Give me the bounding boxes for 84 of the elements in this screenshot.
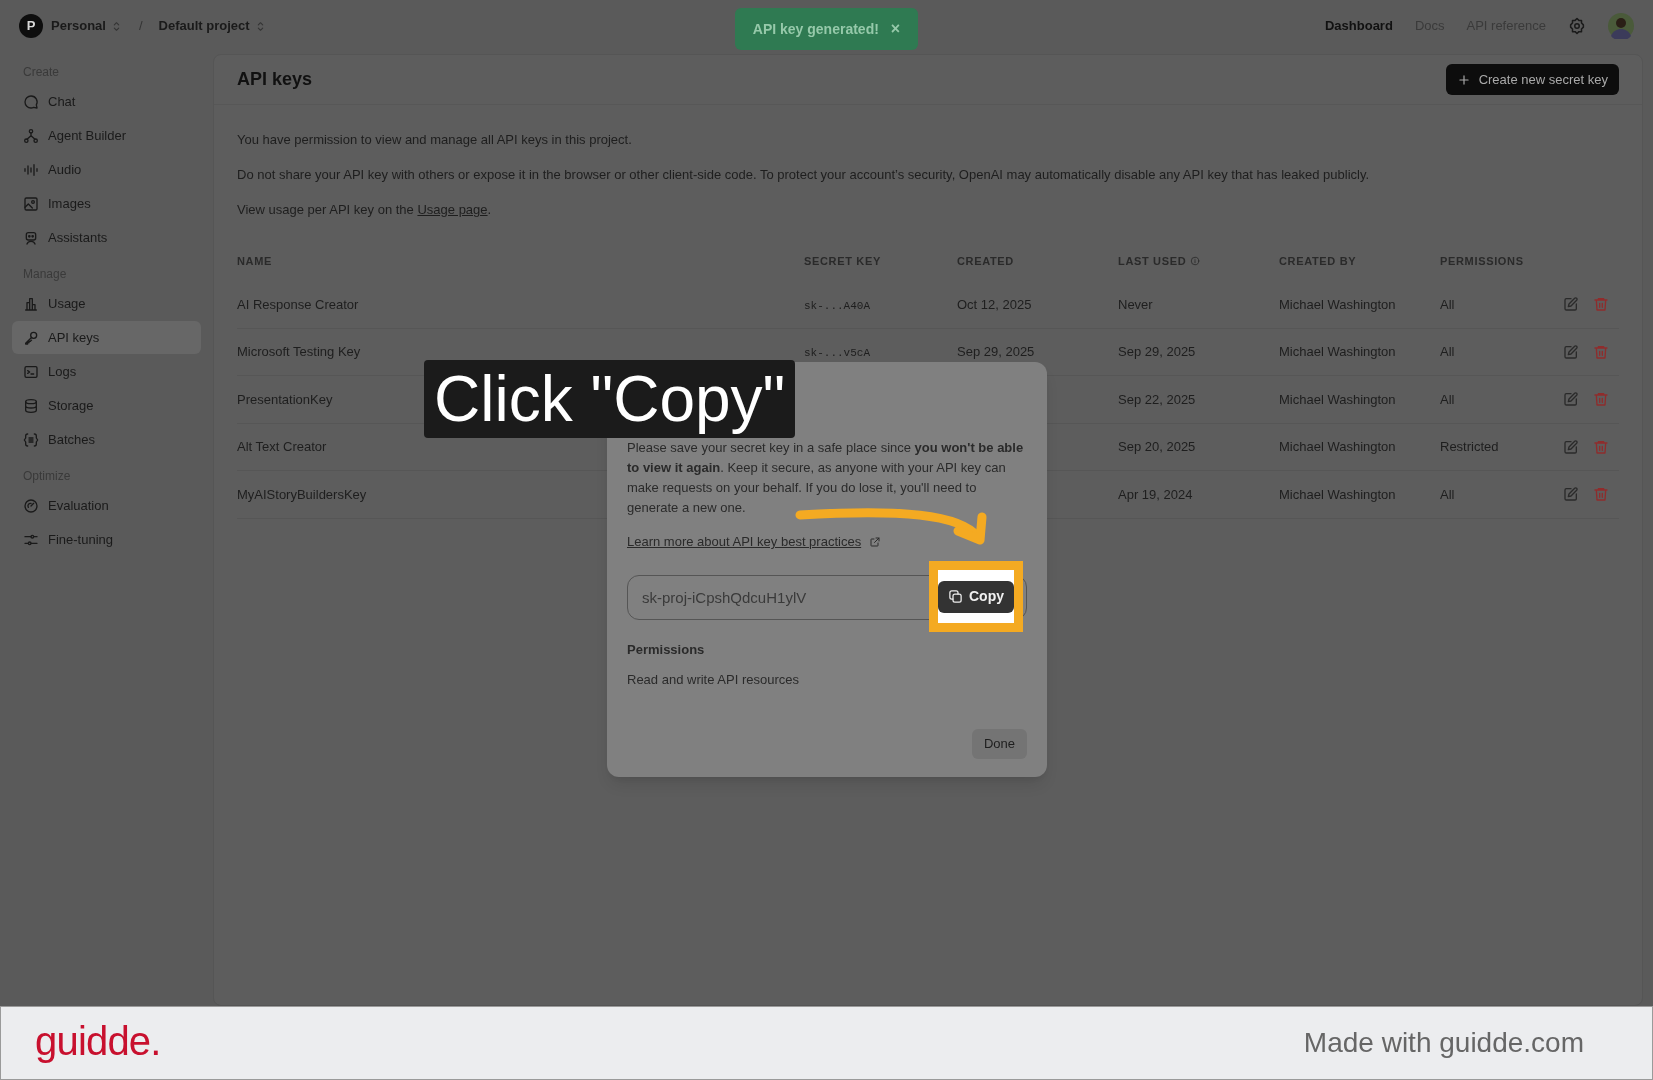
usage-link[interactable]: Usage page — [417, 202, 488, 217]
table-cell: Michael Washington — [1279, 391, 1396, 407]
sidebar-item[interactable]: Logs — [12, 355, 201, 388]
delete-icon[interactable] — [1593, 296, 1609, 313]
edit-icon[interactable] — [1563, 343, 1579, 360]
usage-text: View usage per API key on the Usage page. — [237, 201, 493, 219]
table-cell: Oct 12, 2025 — [957, 296, 1032, 312]
edit-icon[interactable] — [1563, 391, 1579, 408]
menu-item-icon — [23, 229, 39, 246]
table-cell: Sep 22, 2025 — [1118, 391, 1196, 407]
table-cell: Michael Washington — [1279, 486, 1396, 502]
done-button[interactable]: Done — [971, 729, 1027, 759]
menu-item-icon — [23, 295, 39, 312]
project-switcher[interactable]: Default project — [158, 16, 267, 36]
delete-icon[interactable] — [1593, 438, 1609, 455]
delete-icon[interactable] — [1593, 343, 1609, 360]
table-cell: Sep 29, 2025 — [1118, 344, 1196, 359]
breadcrumb-separator: / — [138, 17, 143, 36]
delete-icon[interactable] — [1593, 486, 1609, 503]
sidebar-item[interactable]: Images — [12, 187, 201, 220]
sidebar-item[interactable]: API keys — [12, 321, 201, 354]
callout-label: Click "Copy" — [424, 360, 796, 438]
page-title: API keys — [237, 68, 313, 91]
table-cell: Sep 20, 2025 — [1118, 439, 1196, 454]
menu-item-icon — [23, 363, 39, 380]
best-practices-link[interactable]: Learn more about API key best practices — [627, 532, 882, 552]
footer-tagline: Made with guidde.com — [1303, 1026, 1585, 1060]
sidebar-item[interactable]: Batches — [12, 423, 201, 456]
table-cell: MyAIStoryBuildersKey — [237, 486, 367, 502]
menu-item-icon — [23, 195, 39, 212]
permissions-text: Read and write API resources — [627, 670, 800, 689]
menu-item-icon — [23, 431, 39, 448]
edit-icon[interactable] — [1563, 486, 1579, 503]
table-cell: sk-...v5cA — [804, 347, 870, 359]
edit-icon[interactable] — [1563, 438, 1579, 455]
warning-text: Do not share your API key with others or expose it in the browser or other client-side code. To protect your account’s security, OpenAI may automatically disable any API key that has leaked publicly. — [237, 166, 1371, 184]
table-cell: Alt Text Creator — [237, 439, 327, 454]
table-cell: AI Response Creator — [237, 296, 359, 312]
user-avatar[interactable] — [1608, 13, 1634, 39]
close-button[interactable]: × — [890, 17, 901, 41]
nav-link[interactable]: Dashboard — [1324, 16, 1393, 36]
menu-item-icon — [23, 161, 39, 178]
table-cell: All — [1440, 344, 1455, 359]
copy-icon — [948, 589, 963, 604]
menu-item-icon — [23, 329, 39, 346]
create-key-button[interactable]: Create new secret key — [1445, 64, 1619, 95]
table-cell: Michael Washington — [1279, 439, 1396, 454]
sidebar-item[interactable]: Assistants — [12, 221, 201, 254]
table-cell: All — [1440, 296, 1455, 312]
sidebar-item[interactable]: Audio — [12, 153, 201, 186]
table-cell: Microsoft Testing Key — [237, 344, 361, 359]
dialog-message: Please save your secret key in a safe place since you won't be able to view it again. Keep it secure, as anyone with your API key can make requests on your behalf. If you do lose it, you'll need to generate a new one. — [627, 439, 1025, 517]
settings-icon[interactable] — [1568, 17, 1586, 35]
delete-icon[interactable] — [1593, 391, 1609, 408]
guidde-logo: guidde. — [35, 1018, 161, 1065]
table-cell: All — [1440, 486, 1455, 502]
sidebar-item[interactable]: Storage — [12, 389, 201, 422]
menu-item-icon — [23, 397, 39, 414]
org-switcher[interactable]: Personal — [51, 16, 123, 36]
sidebar-item[interactable]: Evaluation — [12, 489, 201, 522]
table-cell: All — [1440, 391, 1455, 407]
edit-icon[interactable] — [1563, 296, 1579, 313]
table-cell: Apr 19, 2024 — [1118, 486, 1193, 502]
table-cell: Michael Washington — [1279, 296, 1396, 312]
copy-button[interactable]: Copy — [938, 580, 1014, 613]
section-label: Permissions — [627, 641, 706, 659]
table-cell: Sep 29, 2025 — [957, 344, 1035, 359]
menu-item-icon — [23, 497, 39, 514]
table-cell: sk-...A40A — [804, 299, 870, 312]
table-cell: PresentationKey — [237, 391, 333, 407]
toast-message: API key generated! — [752, 19, 879, 39]
sidebar-item[interactable]: Agent Builder — [12, 119, 201, 152]
sidebar-item[interactable]: Usage — [12, 287, 201, 320]
info-icon — [1190, 256, 1201, 266]
plus-icon — [1456, 72, 1471, 87]
sidebar-item[interactable]: Fine-tuning — [12, 523, 201, 556]
table-cell: Michael Washington — [1279, 344, 1396, 359]
table-cell: Never — [1118, 296, 1153, 312]
sidebar-item[interactable]: Chat — [12, 85, 201, 118]
menu-item-icon — [23, 93, 39, 110]
menu-item-icon — [23, 127, 39, 144]
external-link-icon — [869, 535, 882, 548]
org-avatar: P — [19, 14, 43, 38]
table-cell: Restricted — [1440, 439, 1499, 454]
